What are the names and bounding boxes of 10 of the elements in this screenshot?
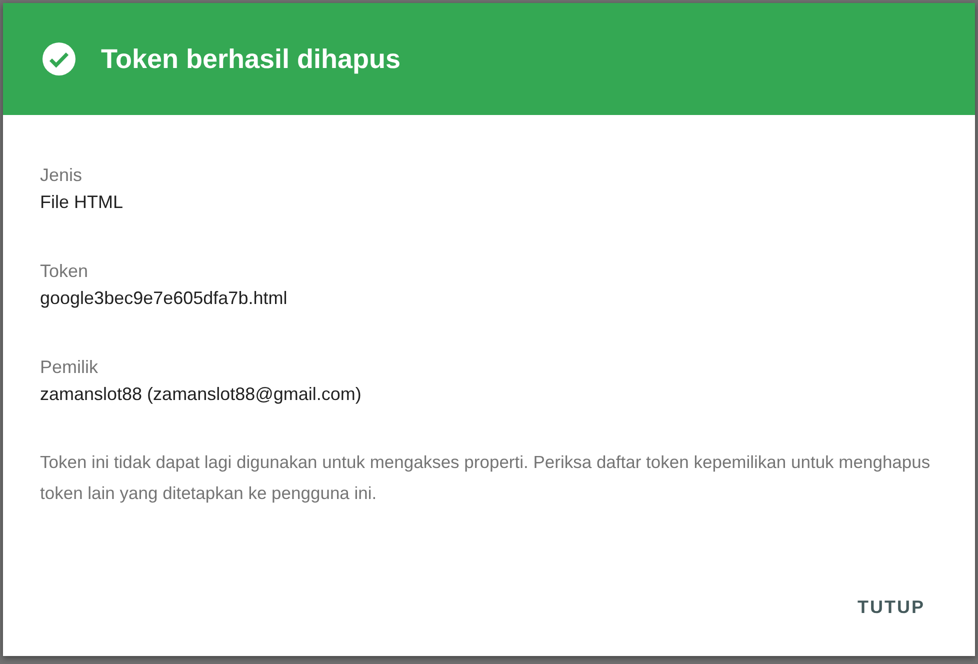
field-value: zamanslot88 (zamanslot88@gmail.com) [40, 384, 362, 405]
info-message: Token ini tidak dapat lagi digunakan untuk mengakses properti. Periksa daftar token kepemilikan untuk menghapus token lain yang ditetapkan ke pengguna ini. [40, 451, 932, 505]
field-value: google3bec9e7e605dfa7b.html [40, 288, 288, 309]
close-button[interactable]: TUTUP [848, 589, 935, 626]
field-label: Pemilik [40, 357, 98, 378]
dialog-title: Token berhasil dihapus [101, 44, 401, 74]
field-label: Token [40, 261, 88, 282]
check-circle-icon [41, 41, 77, 77]
field-label: Jenis [40, 165, 82, 186]
field-value: File HTML [40, 192, 124, 213]
